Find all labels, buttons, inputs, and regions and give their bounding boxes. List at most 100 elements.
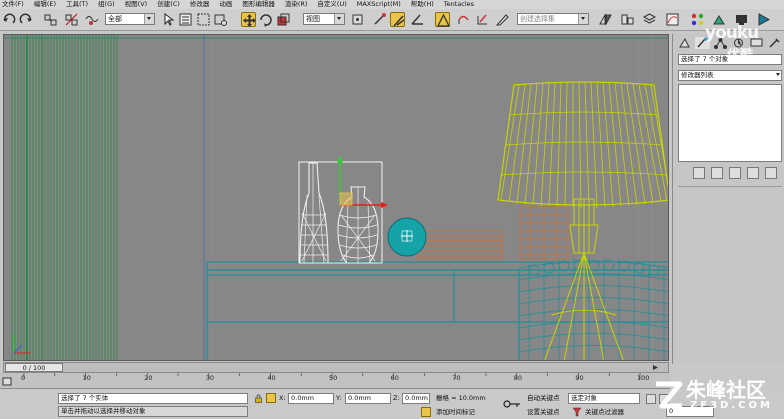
selection-filter-value: 全部 [108, 15, 122, 23]
chevron-down-icon [776, 73, 780, 76]
curtain-wireframe [11, 35, 118, 360]
material-editor-icon[interactable] [690, 12, 705, 27]
layer-manager-icon[interactable] [642, 12, 657, 27]
named-selection-set-field[interactable]: 创建选择集 [517, 13, 589, 25]
select-object-icon[interactable] [161, 12, 176, 27]
zhufeng-logo-icon [656, 381, 683, 409]
chevron-down-icon [578, 14, 588, 24]
selection-region-icon[interactable] [196, 12, 211, 27]
books-wireframe [416, 206, 569, 260]
menu-item-12[interactable]: 帮助(H) [411, 0, 434, 9]
zhufeng-url-text: ZF3D.COM [690, 400, 773, 411]
command-panel: 选择了 7 个对象 修改器列表 [672, 34, 784, 364]
viewport-scene [4, 35, 668, 360]
create-tab-icon[interactable] [677, 37, 692, 49]
select-manipulate-icon[interactable] [372, 12, 387, 27]
menu-item-10[interactable]: 自定义(U) [317, 0, 346, 9]
key-filter-icon[interactable] [572, 407, 582, 417]
select-and-scale-icon[interactable] [276, 12, 291, 27]
undo-icon[interactable] [2, 12, 17, 27]
menu-item-8[interactable]: 图形编辑器 [242, 0, 275, 9]
make-unique-icon[interactable] [729, 167, 741, 179]
tick-label: 10 [82, 374, 91, 382]
link-icon[interactable] [43, 12, 58, 27]
menu-item-7[interactable]: 动画 [219, 0, 232, 9]
unlink-icon[interactable] [64, 12, 79, 27]
time-tag-icon[interactable] [421, 407, 431, 417]
selected-count-text: 选择了 7 个实体 [61, 394, 109, 402]
remove-modifier-icon[interactable] [747, 167, 759, 179]
tick-label: 90 [575, 374, 584, 382]
y-coordinate-field[interactable]: 0.0mm [345, 393, 391, 404]
pencil-icon[interactable] [495, 12, 510, 27]
menu-item-6[interactable]: 修改器 [190, 0, 210, 9]
redo-icon[interactable] [18, 12, 33, 27]
frame-display-text: 0 / 100 [22, 364, 46, 372]
move-gizmo[interactable] [337, 156, 388, 208]
menu-item-13[interactable]: Tentacles [444, 0, 474, 9]
youku-cn-watermark: 优酷 [727, 48, 754, 63]
lamp-shade-wireframe [497, 81, 668, 209]
y-label: Y: [336, 394, 342, 402]
menu-item-1[interactable]: 编辑(E) [34, 0, 56, 9]
menu-item-0[interactable]: 文件(F) [2, 0, 24, 9]
selected-object-dropdown[interactable]: 选定对象 [568, 393, 640, 404]
modifier-list-dropdown[interactable]: 修改器列表 [678, 70, 782, 81]
pin-stack-icon[interactable] [693, 167, 705, 179]
grid-size-label: 栅格 = 10.0mm [436, 394, 486, 402]
key-icon [503, 400, 521, 408]
absolute-mode-transform-icon[interactable] [266, 393, 276, 403]
menu-item-11[interactable]: MAXScript(M) [357, 0, 401, 9]
menu-item-2[interactable]: 工具(T) [66, 0, 88, 9]
x-coordinate-field[interactable]: 0.0mm [288, 393, 334, 404]
select-and-rotate-icon[interactable] [258, 12, 273, 27]
show-end-result-icon[interactable] [711, 167, 723, 179]
edit-named-selection-icon[interactable] [475, 12, 490, 27]
lock-icon[interactable] [254, 394, 263, 403]
x-label: X: [279, 394, 286, 402]
snap-toggle-icon[interactable] [390, 12, 405, 27]
menu-bar: 文件(F) 编辑(E) 工具(T) 组(G) 视图(V) 创建(C) 修改器 动画 图形编辑器 渲… [0, 0, 784, 9]
configure-sets-icon[interactable] [765, 167, 777, 179]
angle-snap-icon[interactable] [410, 12, 425, 27]
tick-label: 100 [637, 374, 650, 382]
named-selection-placeholder: 创建选择集 [520, 15, 555, 23]
select-by-name-icon[interactable] [178, 12, 193, 27]
spinner-snap-icon[interactable] [456, 12, 471, 27]
prompt-text: 单击并拖动以选择并移动对象 [61, 407, 146, 415]
next-frame-icon[interactable] [652, 364, 659, 371]
set-key-button[interactable]: 设置关键点 [527, 408, 560, 417]
tick-label: 20 [144, 374, 153, 382]
y-value: 0.0mm [348, 394, 372, 402]
add-time-tag-label[interactable]: 添加时间标记 [436, 408, 475, 417]
curve-editor-icon[interactable] [665, 12, 680, 27]
percent-snap-icon[interactable] [435, 12, 451, 27]
window-crossing-icon[interactable] [213, 12, 228, 27]
menu-item-4[interactable]: 视图(V) [125, 0, 148, 9]
pivot-center-icon[interactable] [350, 12, 365, 27]
auto-key-button[interactable]: 自动关键点 [527, 394, 560, 403]
modifier-stack-list[interactable] [678, 84, 782, 162]
bind-space-warp-icon[interactable] [84, 12, 99, 27]
selection-filter-dropdown[interactable]: 全部 [105, 13, 155, 25]
prompt-line: 单击并拖动以选择并移动对象 [58, 406, 248, 417]
tick-label: 70 [452, 374, 461, 382]
menu-item-9[interactable]: 渲染(R) [285, 0, 308, 9]
mirror-icon[interactable] [598, 12, 613, 27]
z-coordinate-field[interactable]: 0.0mm [402, 393, 430, 404]
z-label: Z: [393, 394, 400, 402]
key-mode-icon[interactable] [2, 377, 12, 386]
utilities-tab-icon[interactable] [767, 37, 782, 49]
key-filters-button[interactable]: 关键点过滤器 [585, 408, 624, 417]
align-icon[interactable] [620, 12, 635, 27]
menu-item-3[interactable]: 组(G) [98, 0, 115, 9]
menu-item-5[interactable]: 创建(C) [157, 0, 180, 9]
time-slider[interactable]: 0 / 100 [3, 362, 669, 373]
parameter-rollout-area [678, 186, 782, 362]
tick-label: 30 [205, 374, 215, 382]
time-slider-thumb[interactable]: 0 / 100 [5, 363, 63, 372]
main-toolbar: 全部 视图 创建选择集 [0, 9, 784, 31]
perspective-viewport[interactable] [3, 34, 669, 361]
reference-coord-dropdown[interactable]: 视图 [303, 13, 345, 25]
select-and-move-icon[interactable] [241, 12, 256, 27]
